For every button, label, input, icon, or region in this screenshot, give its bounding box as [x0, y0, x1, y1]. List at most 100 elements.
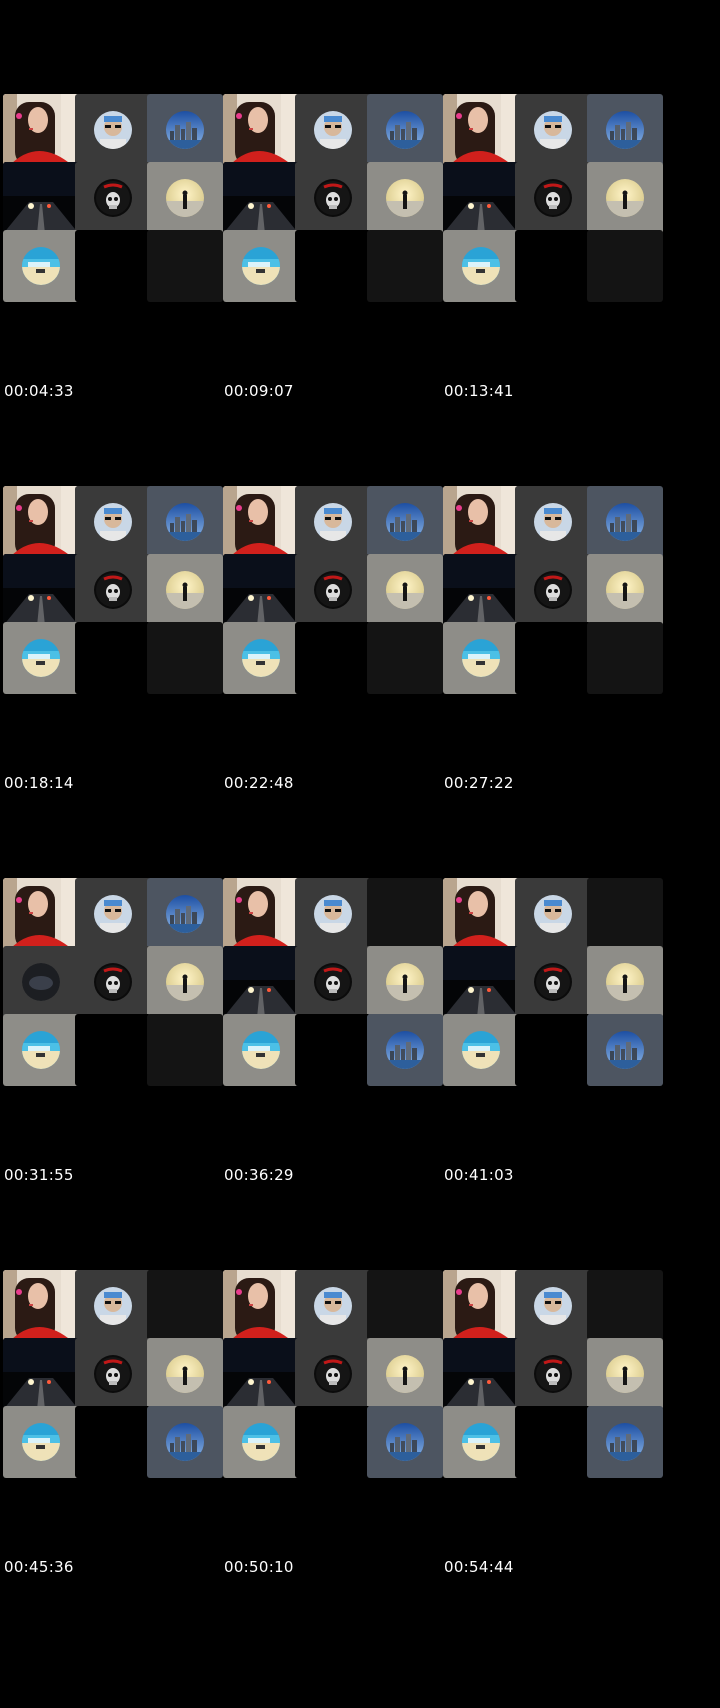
night-road-tile[interactable]: [3, 554, 79, 626]
skull-avatar-tile[interactable]: [295, 946, 371, 1018]
empty-tile[interactable]: [75, 230, 151, 302]
night-road-tile[interactable]: [3, 1338, 79, 1410]
person-video-tile[interactable]: [3, 878, 79, 950]
empty-tile[interactable]: [295, 1406, 371, 1478]
person-video-tile[interactable]: [443, 486, 519, 558]
city-avatar-tile[interactable]: [587, 1014, 663, 1086]
night-road-tile[interactable]: [443, 946, 519, 1018]
moon-avatar-tile[interactable]: [587, 554, 663, 626]
skull-avatar-tile[interactable]: [515, 1338, 591, 1410]
empty-tile[interactable]: [367, 878, 443, 950]
empty-tile[interactable]: [75, 1014, 151, 1086]
city-avatar-tile[interactable]: [147, 1406, 223, 1478]
face-avatar-tile[interactable]: [515, 486, 591, 558]
skull-avatar-tile[interactable]: [75, 162, 151, 234]
night-road-tile[interactable]: [223, 162, 299, 234]
empty-tile[interactable]: [75, 622, 151, 694]
face-avatar-tile[interactable]: [295, 94, 371, 166]
empty-tile[interactable]: [367, 1270, 443, 1342]
skull-avatar-tile[interactable]: [75, 946, 151, 1018]
moon-avatar-tile[interactable]: [147, 1338, 223, 1410]
face-avatar-tile[interactable]: [295, 878, 371, 950]
empty-tile[interactable]: [515, 230, 591, 302]
orb-avatar-tile[interactable]: [3, 946, 79, 1018]
city-avatar-tile[interactable]: [147, 486, 223, 558]
moon-avatar-tile[interactable]: [367, 946, 443, 1018]
face-avatar-tile[interactable]: [295, 1270, 371, 1342]
skull-avatar-tile[interactable]: [515, 946, 591, 1018]
skull-avatar-tile[interactable]: [75, 1338, 151, 1410]
beach-avatar-tile[interactable]: [223, 230, 299, 302]
city-avatar-tile[interactable]: [367, 1014, 443, 1086]
person-video-tile[interactable]: [3, 486, 79, 558]
moon-avatar-tile[interactable]: [587, 946, 663, 1018]
face-avatar-tile[interactable]: [75, 1270, 151, 1342]
moon-avatar-tile[interactable]: [587, 1338, 663, 1410]
moon-avatar-tile[interactable]: [367, 162, 443, 234]
empty-tile[interactable]: [295, 622, 371, 694]
skull-avatar-tile[interactable]: [295, 1338, 371, 1410]
empty-tile[interactable]: [515, 622, 591, 694]
beach-avatar-tile[interactable]: [223, 1014, 299, 1086]
night-road-tile[interactable]: [3, 162, 79, 234]
city-avatar-tile[interactable]: [367, 94, 443, 166]
empty-tile[interactable]: [587, 622, 663, 694]
moon-avatar-tile[interactable]: [367, 554, 443, 626]
person-video-tile[interactable]: [443, 1270, 519, 1342]
beach-avatar-tile[interactable]: [443, 230, 519, 302]
beach-avatar-tile[interactable]: [223, 622, 299, 694]
beach-avatar-tile[interactable]: [443, 1014, 519, 1086]
beach-avatar-tile[interactable]: [3, 622, 79, 694]
face-avatar-tile[interactable]: [75, 486, 151, 558]
empty-tile[interactable]: [367, 230, 443, 302]
beach-avatar-tile[interactable]: [443, 622, 519, 694]
night-road-tile[interactable]: [443, 1338, 519, 1410]
empty-tile[interactable]: [587, 230, 663, 302]
city-avatar-tile[interactable]: [587, 486, 663, 558]
moon-avatar-tile[interactable]: [587, 162, 663, 234]
skull-avatar-tile[interactable]: [75, 554, 151, 626]
moon-avatar-tile[interactable]: [367, 1338, 443, 1410]
empty-tile[interactable]: [515, 1406, 591, 1478]
face-avatar-tile[interactable]: [515, 878, 591, 950]
face-avatar-tile[interactable]: [75, 878, 151, 950]
empty-tile[interactable]: [147, 230, 223, 302]
person-video-tile[interactable]: [443, 94, 519, 166]
city-avatar-tile[interactable]: [367, 486, 443, 558]
moon-avatar-tile[interactable]: [147, 946, 223, 1018]
city-avatar-tile[interactable]: [587, 1406, 663, 1478]
night-road-tile[interactable]: [223, 554, 299, 626]
person-video-tile[interactable]: [223, 486, 299, 558]
empty-tile[interactable]: [367, 622, 443, 694]
skull-avatar-tile[interactable]: [295, 162, 371, 234]
beach-avatar-tile[interactable]: [3, 230, 79, 302]
empty-tile[interactable]: [147, 622, 223, 694]
city-avatar-tile[interactable]: [367, 1406, 443, 1478]
person-video-tile[interactable]: [223, 1270, 299, 1342]
empty-tile[interactable]: [147, 1270, 223, 1342]
moon-avatar-tile[interactable]: [147, 554, 223, 626]
beach-avatar-tile[interactable]: [443, 1406, 519, 1478]
person-video-tile[interactable]: [3, 1270, 79, 1342]
empty-tile[interactable]: [75, 1406, 151, 1478]
beach-avatar-tile[interactable]: [3, 1406, 79, 1478]
person-video-tile[interactable]: [223, 878, 299, 950]
night-road-tile[interactable]: [223, 946, 299, 1018]
city-avatar-tile[interactable]: [147, 878, 223, 950]
empty-tile[interactable]: [147, 1014, 223, 1086]
skull-avatar-tile[interactable]: [295, 554, 371, 626]
face-avatar-tile[interactable]: [515, 1270, 591, 1342]
face-avatar-tile[interactable]: [515, 94, 591, 166]
beach-avatar-tile[interactable]: [223, 1406, 299, 1478]
city-avatar-tile[interactable]: [587, 94, 663, 166]
night-road-tile[interactable]: [443, 554, 519, 626]
empty-tile[interactable]: [587, 1270, 663, 1342]
city-avatar-tile[interactable]: [147, 94, 223, 166]
empty-tile[interactable]: [295, 230, 371, 302]
face-avatar-tile[interactable]: [75, 94, 151, 166]
person-video-tile[interactable]: [223, 94, 299, 166]
night-road-tile[interactable]: [443, 162, 519, 234]
empty-tile[interactable]: [587, 878, 663, 950]
beach-avatar-tile[interactable]: [3, 1014, 79, 1086]
empty-tile[interactable]: [295, 1014, 371, 1086]
